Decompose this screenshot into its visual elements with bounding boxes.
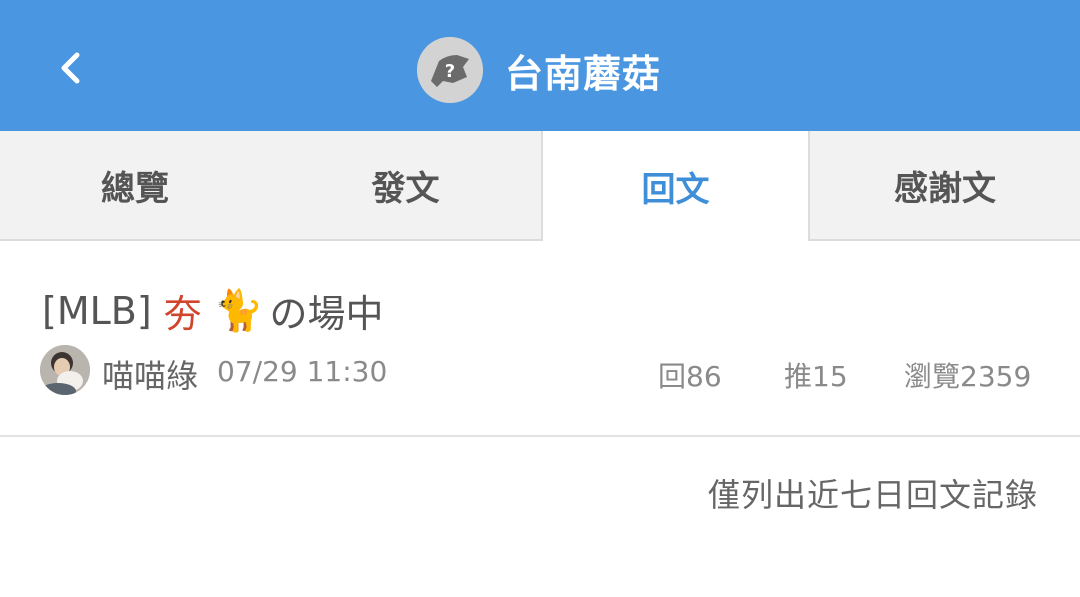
post-time: 07/29 11:30 xyxy=(217,355,388,388)
post-hot-tag: 夯 xyxy=(163,292,202,336)
board-header: ? 台南蘑菇 xyxy=(417,37,661,103)
board-title: 台南蘑菇 xyxy=(505,51,662,96)
chevron-left-icon xyxy=(61,52,80,84)
view-count: 瀏覽2359 xyxy=(904,360,1032,393)
back-button[interactable] xyxy=(40,35,100,101)
reply-history-note: 僅列出近七日回文記錄 xyxy=(707,476,1038,514)
author-avatar[interactable] xyxy=(40,345,90,395)
cat-emoji: 🐈 xyxy=(213,288,264,334)
push-count: 推15 xyxy=(784,360,848,393)
reply-count: 回86 xyxy=(658,360,722,393)
svg-text:?: ? xyxy=(445,61,455,82)
post-meta: 喵喵綠 07/29 11:30 回86 推15 瀏覽2359 xyxy=(40,345,1040,397)
tab-posts[interactable]: 發文 xyxy=(270,131,541,239)
tab-thanks[interactable]: 感謝文 xyxy=(810,131,1080,239)
post-title-text: の場中 xyxy=(269,292,384,336)
unknown-user-icon: ? xyxy=(417,37,483,103)
author-photo-icon xyxy=(40,345,90,395)
board-avatar[interactable]: ? xyxy=(417,37,483,103)
reply-list-item[interactable]: [MLB] 夯 🐈 の場中 喵喵綠 07/29 11:30 回86 推15 瀏覽… xyxy=(0,241,1080,437)
tab-replies[interactable]: 回文 xyxy=(541,131,810,241)
top-bar: ? 台南蘑菇 xyxy=(0,0,1080,131)
tab-bar: 總覽 發文 回文 感謝文 xyxy=(0,131,1080,241)
post-board-tag: [MLB] xyxy=(42,288,152,333)
author-name[interactable]: 喵喵綠 xyxy=(102,351,198,397)
post-title[interactable]: [MLB] 夯 🐈 の場中 xyxy=(42,283,384,338)
tab-overview[interactable]: 總覽 xyxy=(0,131,270,239)
